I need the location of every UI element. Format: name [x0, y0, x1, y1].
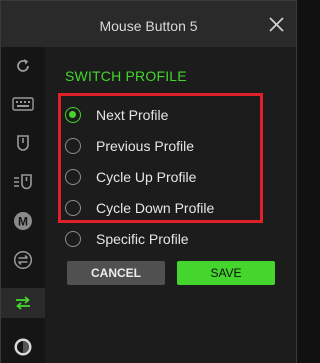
sidebar-item-refresh[interactable]	[1, 51, 45, 81]
mouse-function-icon	[14, 174, 32, 190]
radio-checked-icon[interactable]	[65, 107, 81, 123]
option-cycle-up-profile[interactable]: Cycle Up Profile	[65, 166, 255, 188]
option-specific-profile[interactable]: Specific Profile	[65, 228, 255, 250]
mouse-icon	[17, 135, 29, 151]
refresh-icon	[17, 59, 29, 72]
radio-icon[interactable]	[65, 169, 81, 185]
svg-text:M: M	[18, 215, 28, 229]
sidebar-item-lighting[interactable]	[1, 332, 45, 362]
section-title: SWITCH PROFILE	[65, 68, 187, 84]
sidebar: M	[1, 47, 45, 363]
close-button[interactable]	[264, 13, 288, 37]
lighting-icon	[14, 338, 32, 356]
switch-icon	[13, 250, 33, 270]
sidebar-item-mouse[interactable]	[1, 128, 45, 158]
switch-profile-icon	[16, 296, 30, 310]
sidebar-item-mouse-function[interactable]	[1, 167, 45, 197]
option-cycle-down-profile[interactable]: Cycle Down Profile	[65, 197, 255, 219]
radio-icon[interactable]	[65, 200, 81, 216]
sidebar-item-switch-profile[interactable]	[1, 288, 45, 318]
option-next-profile[interactable]: Next Profile	[65, 104, 255, 126]
option-previous-profile[interactable]: Previous Profile	[65, 135, 255, 157]
option-label: Cycle Up Profile	[96, 169, 197, 185]
dialog-window: Mouse Button 5 M SWITCH PROFILE Next Pro…	[0, 0, 297, 363]
macro-icon: M	[14, 212, 32, 230]
radio-icon[interactable]	[65, 231, 81, 247]
keyboard-icon	[12, 97, 34, 111]
sidebar-item-macro[interactable]: M	[1, 206, 45, 236]
option-label: Cycle Down Profile	[96, 200, 215, 216]
close-icon	[269, 17, 284, 32]
content-panel: SWITCH PROFILE Next Profile Previous Pro…	[45, 47, 296, 363]
save-button[interactable]: SAVE	[177, 261, 275, 285]
option-label: Specific Profile	[96, 231, 189, 247]
sidebar-item-keyboard[interactable]	[1, 89, 45, 119]
cancel-button[interactable]: CANCEL	[67, 261, 165, 285]
option-label: Previous Profile	[96, 138, 195, 154]
radio-icon[interactable]	[65, 138, 81, 154]
sidebar-item-switch[interactable]	[1, 245, 45, 275]
window-title: Mouse Button 5	[99, 18, 198, 34]
option-label: Next Profile	[96, 107, 169, 123]
title-bar: Mouse Button 5	[1, 1, 296, 47]
